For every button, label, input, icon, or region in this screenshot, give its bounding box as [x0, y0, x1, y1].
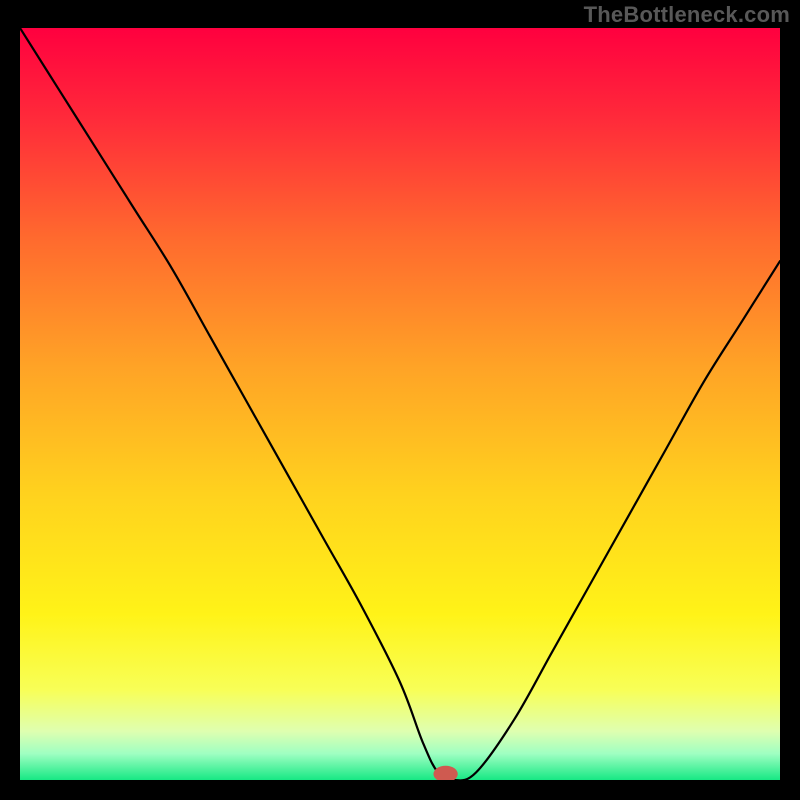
watermark-label: TheBottleneck.com [584, 2, 790, 28]
gradient-background [20, 28, 780, 780]
chart-frame: TheBottleneck.com [0, 0, 800, 800]
bottleneck-plot-svg [20, 28, 780, 780]
bottleneck-plot [20, 28, 780, 780]
